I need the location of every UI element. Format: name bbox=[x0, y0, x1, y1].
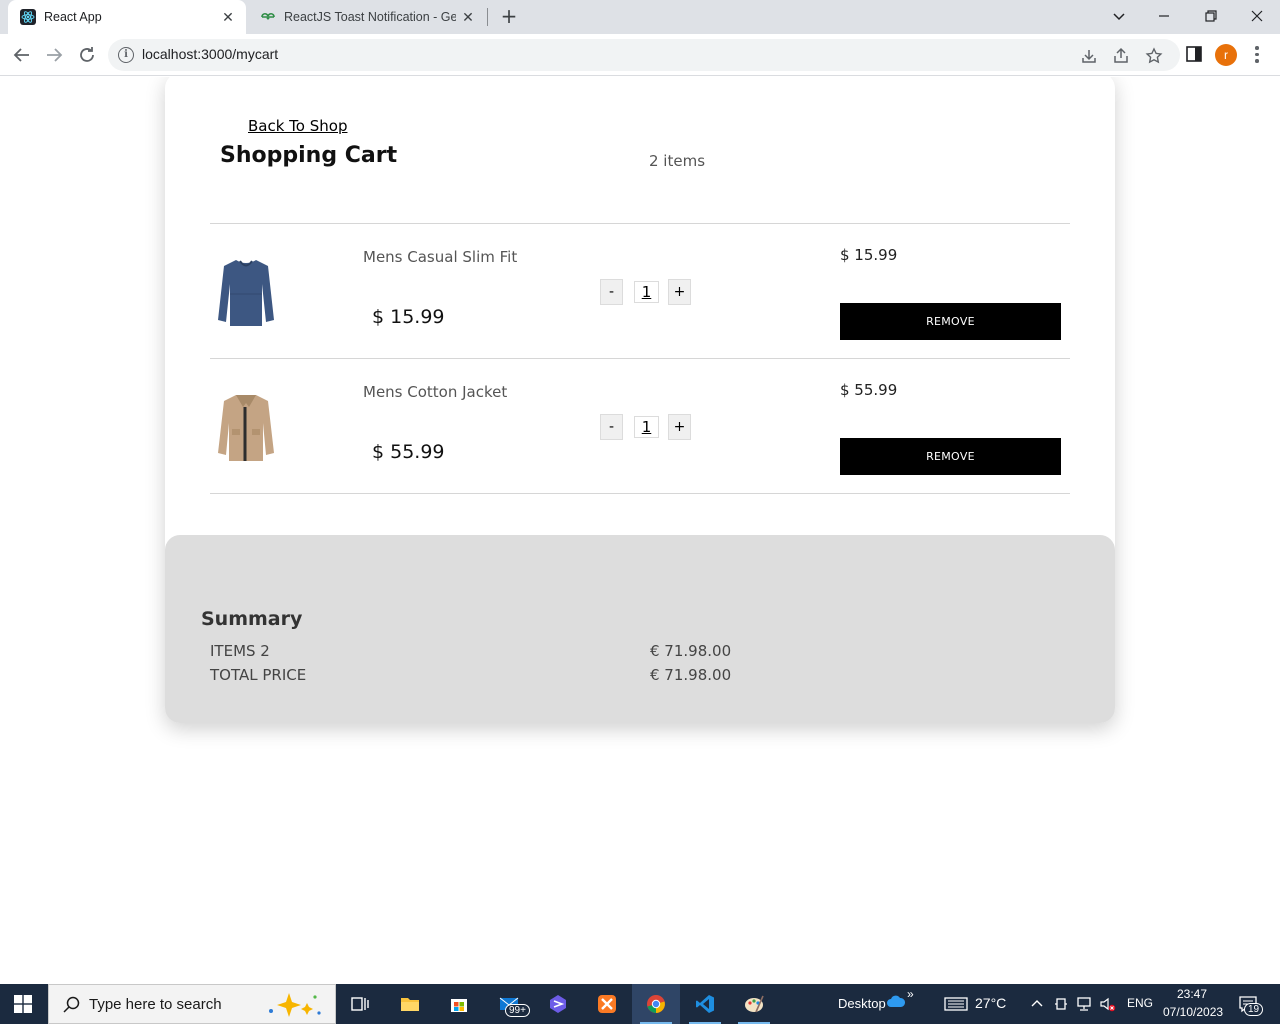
product-name: Mens Cotton Jacket bbox=[363, 383, 508, 401]
windows-taskbar: Type here to search 99+ Desktop » 27°C E… bbox=[0, 984, 1280, 1024]
reload-icon[interactable] bbox=[75, 43, 99, 67]
store-icon bbox=[451, 999, 467, 1012]
weather-icon[interactable] bbox=[944, 996, 968, 1012]
clock-time[interactable]: 23:47 bbox=[1177, 987, 1207, 1001]
summary-panel: Summary ITEMS 2 € 71.98.00 TOTAL PRICE €… bbox=[165, 535, 1115, 723]
paint-button[interactable] bbox=[730, 984, 778, 1024]
url-text[interactable]: localhost:3000/mycart bbox=[142, 46, 278, 62]
summary-items-value: € 71.98.00 bbox=[650, 642, 732, 660]
browser-tab-bar: React App ✕ ReactJS Toast Notification -… bbox=[0, 0, 1280, 34]
remove-button[interactable]: REMOVE bbox=[840, 303, 1061, 340]
tab-react-app[interactable]: React App ✕ bbox=[8, 0, 246, 34]
chrome-icon bbox=[647, 995, 665, 1013]
restore-icon[interactable] bbox=[1199, 4, 1223, 28]
minimize-icon[interactable] bbox=[1152, 4, 1176, 28]
back-to-shop-link[interactable]: Back To Shop bbox=[248, 117, 347, 135]
product-price: $ 55.99 bbox=[372, 441, 445, 463]
xampp-icon bbox=[598, 995, 616, 1013]
tab-geeks-toast[interactable]: ReactJS Toast Notification - Gee ✕ bbox=[248, 0, 486, 34]
decrement-button[interactable]: - bbox=[600, 279, 623, 305]
file-explorer-button[interactable] bbox=[386, 984, 434, 1024]
search-highlight-sparkle-icon bbox=[269, 993, 321, 1017]
product-name: Mens Casual Slim Fit bbox=[363, 248, 518, 266]
windows-start-icon[interactable] bbox=[14, 995, 32, 1013]
side-panel-icon[interactable] bbox=[1183, 43, 1205, 65]
product-image-shirt bbox=[218, 260, 274, 326]
taskbar-search-input[interactable]: Type here to search bbox=[48, 984, 336, 1024]
cart-item-row: Mens Casual Slim Fit $ 15.99 - 1 + $ 15.… bbox=[210, 223, 1070, 359]
line-price: $ 55.99 bbox=[840, 381, 898, 399]
increment-button[interactable]: + bbox=[668, 279, 691, 305]
summary-total-value: € 71.98.00 bbox=[650, 666, 732, 684]
weather-temperature[interactable]: 27°C bbox=[975, 995, 1006, 1011]
browser-toolbar: i localhost:3000/mycart r bbox=[0, 34, 1280, 76]
page-viewport: Back To Shop Shopping Cart 2 items Mens … bbox=[0, 77, 1280, 984]
desktop-toolbar-label[interactable]: Desktop bbox=[838, 996, 886, 1011]
task-view-button[interactable] bbox=[336, 984, 384, 1024]
profile-avatar[interactable]: r bbox=[1215, 44, 1237, 66]
decrement-button[interactable]: - bbox=[600, 414, 623, 440]
microsoft-store-button[interactable] bbox=[435, 984, 483, 1024]
network-icon[interactable] bbox=[1076, 996, 1094, 1012]
increment-button[interactable]: + bbox=[668, 414, 691, 440]
cart-items-count: 2 items bbox=[649, 152, 706, 170]
quantity-value[interactable]: 1 bbox=[634, 416, 659, 438]
quantity-value[interactable]: 1 bbox=[634, 281, 659, 303]
bing-copilot-icon bbox=[550, 995, 566, 1013]
tab-separator bbox=[487, 8, 488, 26]
tab-close-icon[interactable]: ✕ bbox=[220, 9, 236, 25]
device-icon[interactable] bbox=[1054, 996, 1068, 1012]
new-tab-plus-icon[interactable]: + bbox=[498, 6, 520, 28]
close-window-icon[interactable] bbox=[1245, 4, 1269, 28]
remove-button[interactable]: REMOVE bbox=[840, 438, 1061, 475]
install-app-icon[interactable] bbox=[1080, 47, 1098, 65]
geeksforgeeks-favicon-icon bbox=[261, 13, 275, 20]
vscode-button[interactable] bbox=[681, 984, 729, 1024]
bookmark-star-icon[interactable] bbox=[1145, 47, 1163, 65]
paint-palette-icon bbox=[745, 995, 764, 1013]
show-hidden-icons-chevron-icon[interactable] bbox=[1030, 997, 1044, 1011]
tab-search-chevron-icon[interactable] bbox=[1107, 4, 1131, 28]
forward-arrow-icon[interactable] bbox=[42, 43, 66, 67]
page-title: Shopping Cart bbox=[220, 143, 398, 168]
react-favicon-icon bbox=[20, 9, 36, 25]
search-icon bbox=[63, 996, 80, 1013]
summary-items-label: ITEMS 2 bbox=[210, 642, 270, 660]
share-icon[interactable] bbox=[1112, 47, 1130, 65]
cart-card: Back To Shop Shopping Cart 2 items Mens … bbox=[165, 77, 1115, 723]
site-info-icon[interactable]: i bbox=[118, 47, 134, 63]
line-price: $ 15.99 bbox=[840, 246, 898, 264]
mail-button[interactable]: 99+ bbox=[485, 984, 533, 1024]
summary-total-label: TOTAL PRICE bbox=[210, 666, 307, 684]
task-view-icon bbox=[351, 997, 369, 1011]
tab-title: React App bbox=[44, 10, 102, 24]
onedrive-cloud-icon[interactable] bbox=[886, 994, 906, 1008]
summary-title: Summary bbox=[201, 608, 303, 630]
address-bar[interactable]: i localhost:3000/mycart bbox=[108, 39, 1180, 71]
product-image-jacket bbox=[218, 395, 274, 461]
back-arrow-icon[interactable] bbox=[10, 43, 34, 67]
input-language[interactable]: ENG bbox=[1127, 996, 1153, 1010]
folder-icon bbox=[401, 998, 419, 1011]
tab-title: ReactJS Toast Notification - Gee bbox=[284, 10, 456, 24]
tab-close-icon[interactable]: ✕ bbox=[460, 9, 476, 25]
xampp-button[interactable] bbox=[583, 984, 631, 1024]
copilot-button[interactable] bbox=[534, 984, 582, 1024]
mail-badge: 99+ bbox=[505, 1004, 530, 1017]
volume-muted-icon[interactable] bbox=[1099, 996, 1117, 1012]
browser-menu-icon[interactable] bbox=[1254, 44, 1260, 66]
search-placeholder: Type here to search bbox=[89, 996, 222, 1013]
toolbar-expand-chevron-icon[interactable]: » bbox=[907, 987, 914, 1001]
vscode-icon bbox=[696, 995, 714, 1013]
product-price: $ 15.99 bbox=[372, 306, 445, 328]
chrome-button[interactable] bbox=[632, 984, 680, 1024]
notification-count-badge: 19 bbox=[1244, 1003, 1264, 1016]
clock-date[interactable]: 07/10/2023 bbox=[1163, 1005, 1223, 1019]
cart-item-row: Mens Cotton Jacket $ 55.99 - 1 + $ 55.99… bbox=[210, 358, 1070, 494]
